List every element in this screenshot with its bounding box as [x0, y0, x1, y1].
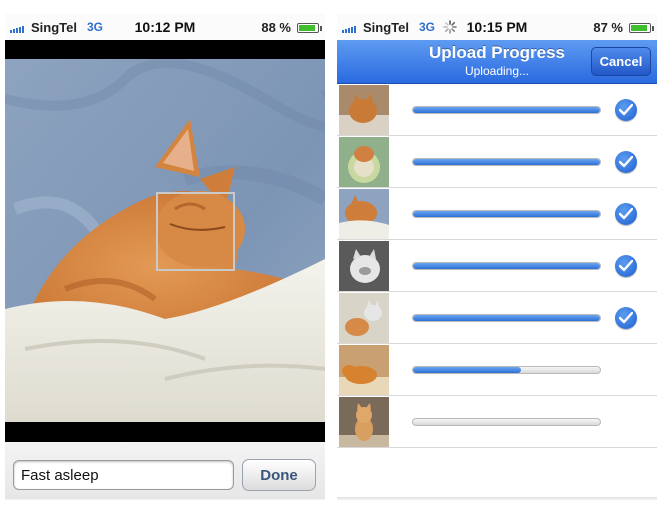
- upload-progress-fill: [413, 367, 522, 373]
- upload-progress-fill: [413, 315, 600, 321]
- upload-row[interactable]: [337, 396, 657, 448]
- photo-viewer: [5, 40, 325, 442]
- battery-icon: [629, 23, 654, 33]
- photo-thumbnail: [339, 241, 389, 291]
- upload-progress-bar: [412, 366, 601, 374]
- battery-icon: [297, 23, 322, 33]
- checkmark-icon: [615, 203, 637, 225]
- upload-progress-screen: SingTel 3G 10:15 PM 87 % Upload Progress…: [337, 14, 657, 500]
- screen-shadow: [337, 497, 657, 500]
- upload-progress-fill: [413, 107, 600, 113]
- upload-progress-bar: [412, 314, 601, 322]
- photo-thumbnail: [339, 85, 389, 135]
- checkmark-icon: [615, 307, 637, 329]
- upload-row[interactable]: [337, 84, 657, 136]
- photo-caption-screen: SingTel 3G 10:12 PM 88 % Fast asleep Don…: [5, 14, 325, 500]
- upload-progress-fill: [413, 211, 600, 217]
- checkmark-icon: [615, 151, 637, 173]
- checkmark-icon: [615, 255, 637, 277]
- upload-progress-fill: [413, 159, 600, 165]
- battery-percentage: 88 %: [261, 20, 291, 35]
- upload-progress-bar: [412, 158, 601, 166]
- upload-list: [337, 84, 657, 448]
- battery-percentage: 87 %: [593, 20, 623, 35]
- status-bar: SingTel 3G 10:15 PM 87 %: [337, 14, 657, 40]
- cat-photo[interactable]: [5, 59, 325, 422]
- upload-progress-bar: [412, 210, 601, 218]
- upload-progress-bar: [412, 418, 601, 426]
- caption-toolbar: Done: [5, 442, 325, 500]
- photo-thumbnail: [339, 137, 389, 187]
- upload-progress-bar: [412, 262, 601, 270]
- upload-progress-fill: [413, 263, 600, 269]
- upload-row[interactable]: [337, 240, 657, 292]
- photo-thumbnail: [339, 397, 389, 447]
- upload-row[interactable]: [337, 188, 657, 240]
- upload-row[interactable]: [337, 136, 657, 188]
- photo-thumbnail: [339, 189, 389, 239]
- upload-progress-bar: [412, 106, 601, 114]
- navigation-bar: Upload Progress Uploading... Cancel: [337, 40, 657, 84]
- caption-input[interactable]: [13, 460, 234, 490]
- checkmark-icon: [615, 99, 637, 121]
- cancel-button[interactable]: Cancel: [591, 47, 651, 76]
- photo-thumbnail: [339, 293, 389, 343]
- upload-row[interactable]: [337, 292, 657, 344]
- screen-shadow: [5, 497, 325, 500]
- done-button[interactable]: Done: [242, 459, 316, 491]
- status-bar: SingTel 3G 10:12 PM 88 %: [5, 14, 325, 40]
- upload-row[interactable]: [337, 344, 657, 396]
- photo-thumbnail: [339, 345, 389, 395]
